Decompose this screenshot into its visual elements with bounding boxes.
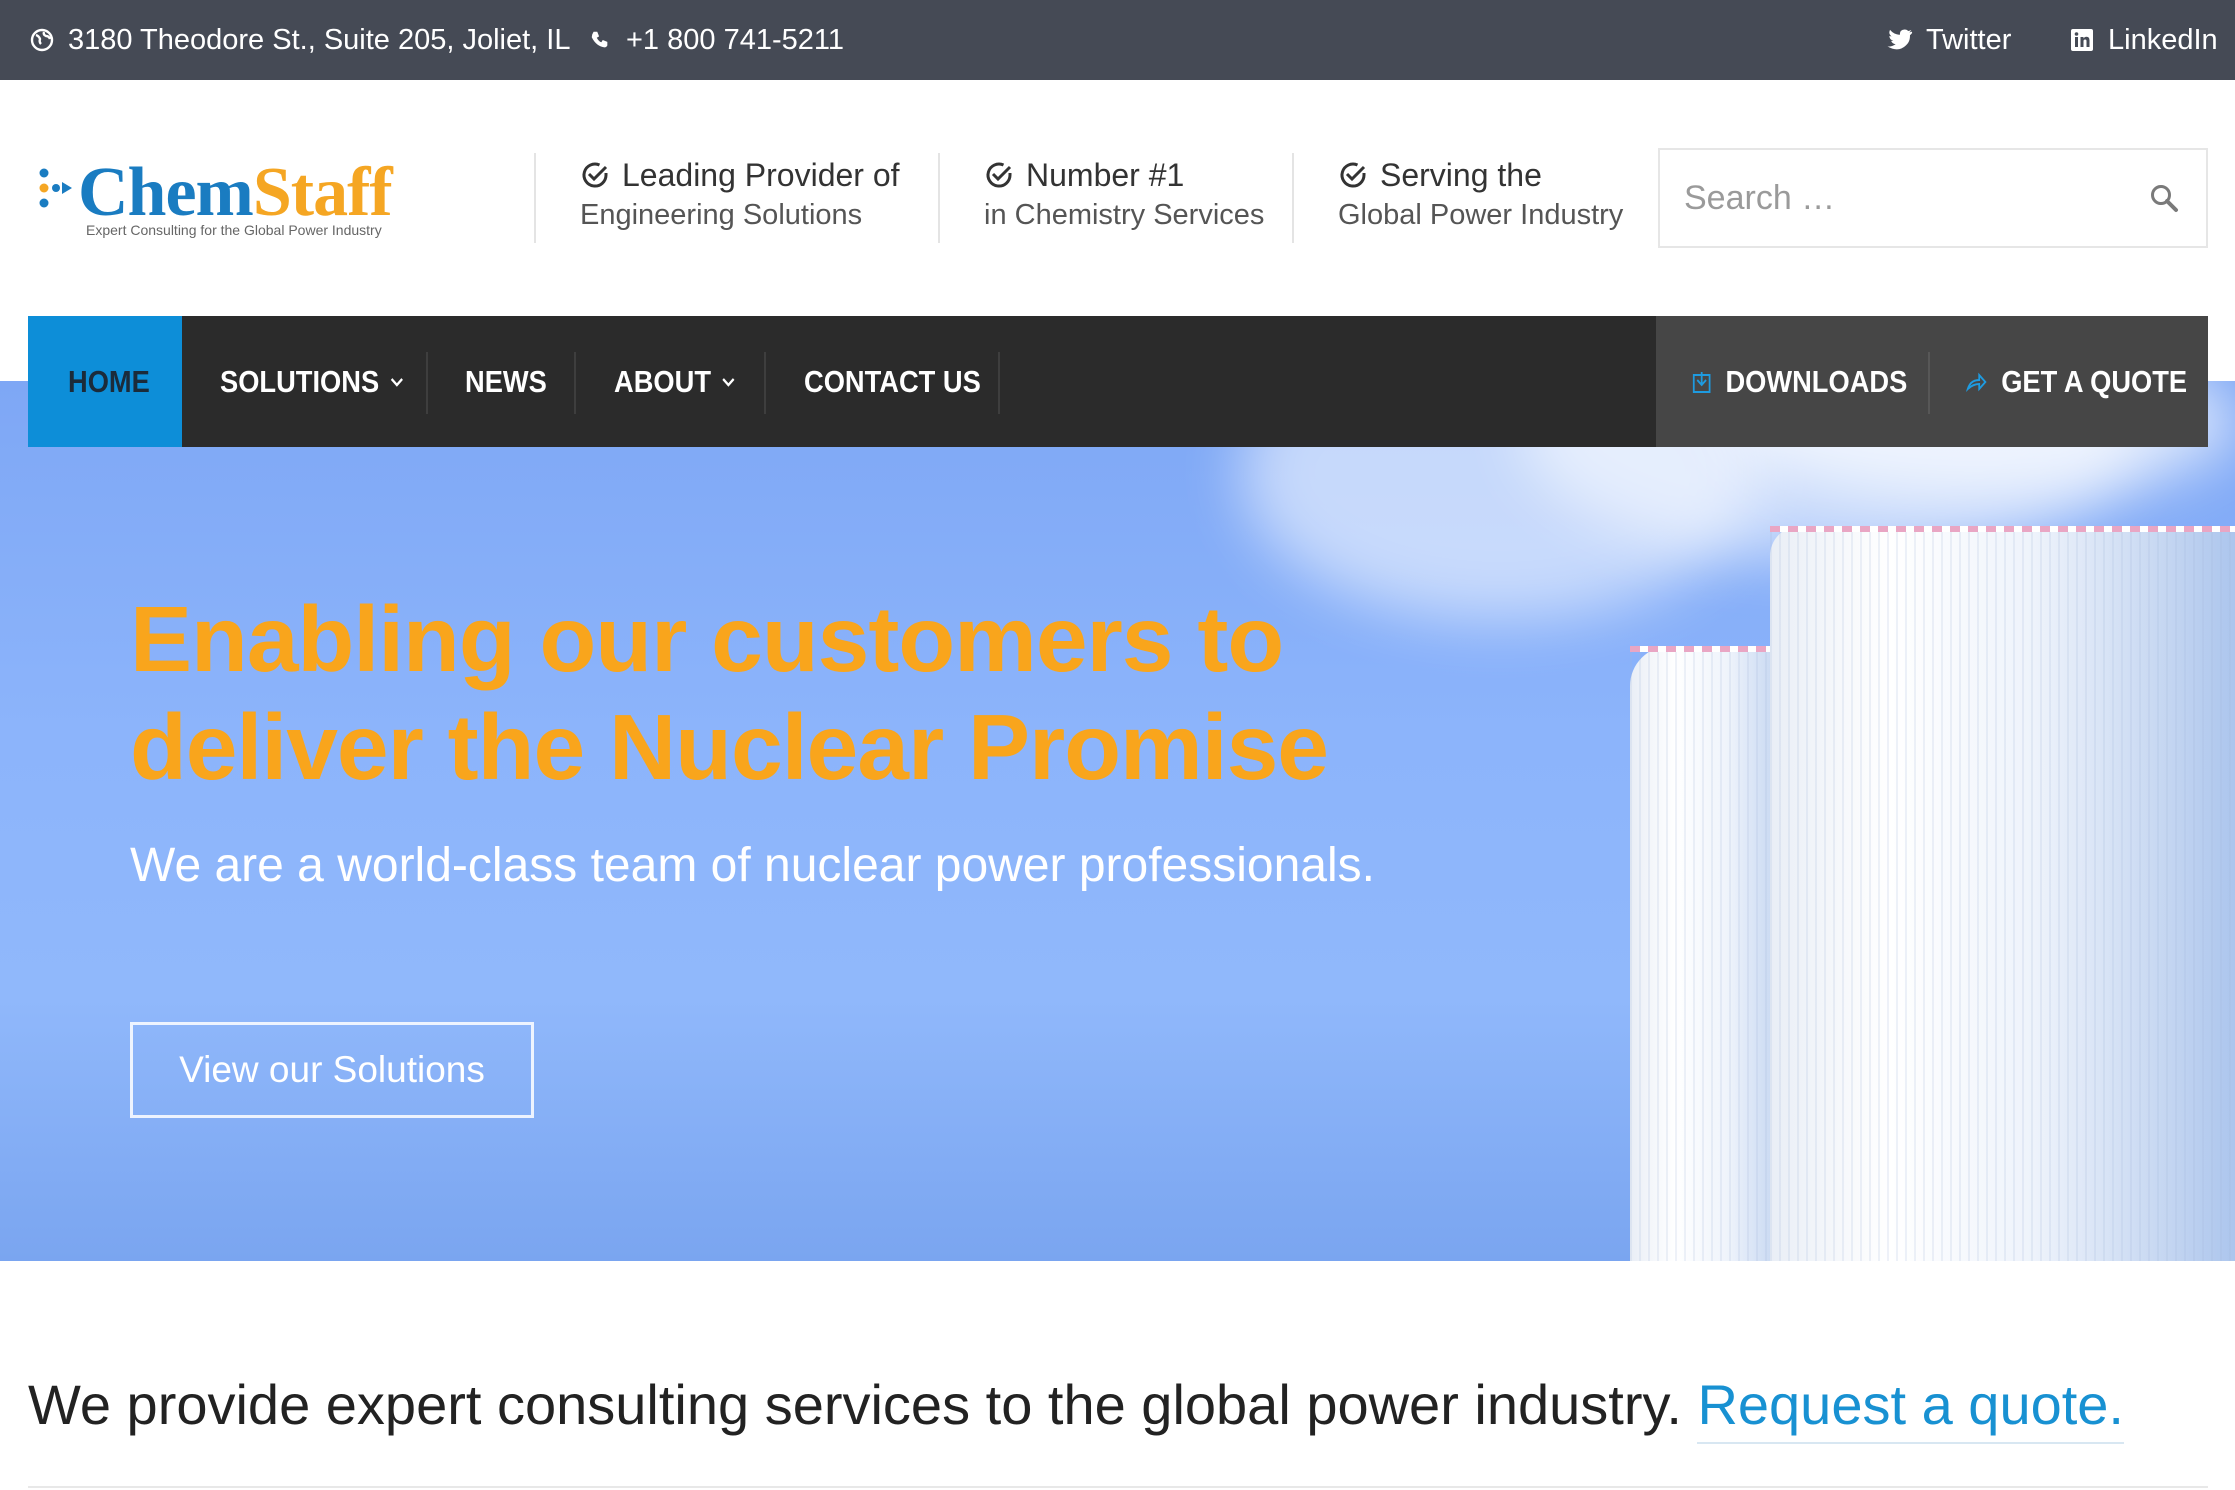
nav-item-label: NEWS — [465, 363, 547, 399]
main-nav: HOME SOLUTIONS NEWS ABOUT CONTACT US DOW… — [28, 316, 2208, 447]
globe-icon — [28, 26, 56, 54]
section-divider — [28, 1486, 2208, 1488]
highlight-subtitle: in Chemistry Services — [984, 199, 1265, 231]
nav-item-solutions[interactable]: SOLUTIONS — [220, 316, 404, 447]
nav-item-label: ABOUT — [614, 363, 711, 399]
cooling-tower-right — [1770, 526, 2235, 1261]
logo-tagline: Expert Consulting for the Global Power I… — [86, 222, 382, 238]
nav-divider — [1928, 352, 1930, 414]
intro-line: We provide expert consulting services to… — [28, 1372, 2124, 1444]
twitter-label: Twitter — [1926, 23, 2012, 56]
check-circle-icon — [984, 160, 1014, 190]
request-quote-link[interactable]: Request a quote. — [1697, 1373, 2124, 1444]
hero-banner — [0, 381, 2235, 1261]
nav-item-contact-us[interactable]: CONTACT US — [804, 316, 981, 447]
hero-subtitle: We are a world-class team of nuclear pow… — [130, 839, 1375, 892]
nav-divider — [998, 352, 1000, 414]
logo-wordmark: ChemStaff — [78, 158, 393, 228]
nav-divider — [764, 352, 766, 414]
highlight-title: Number #1 — [1026, 156, 1185, 193]
highlight-title-row: Leading Provider of — [580, 153, 900, 197]
address: 3180 Theodore St., Suite 205, Joliet, IL — [28, 0, 570, 80]
address-text: 3180 Theodore St., Suite 205, Joliet, IL — [68, 23, 571, 56]
nav-item-label: CONTACT US — [804, 363, 981, 399]
linkedin-label: LinkedIn — [2108, 23, 2218, 56]
logo-mark-icon — [38, 168, 74, 213]
search-input[interactable] — [1660, 150, 2120, 246]
chevron-down-icon — [722, 376, 736, 388]
phone-icon — [586, 26, 614, 54]
share-arrow-icon — [1966, 371, 1987, 393]
logo-word-staff: Staff — [252, 154, 393, 231]
hero-title: Enabling our customers to deliver the Nu… — [130, 587, 1329, 799]
view-solutions-button[interactable]: View our Solutions — [130, 1022, 534, 1118]
nav-item-home-label: HOME — [68, 363, 150, 399]
highlight-leading-provider: Leading Provider of Engineering Solution… — [534, 153, 900, 243]
downloads-label: DOWNLOADS — [1725, 363, 1908, 399]
check-circle-icon — [580, 160, 610, 190]
highlight-title-row: Number #1 — [984, 153, 1264, 197]
logo-word-chem: Chem — [78, 154, 254, 231]
highlight-title: Leading Provider of — [622, 156, 900, 193]
nav-divider — [574, 352, 576, 414]
downloads-button[interactable]: DOWNLOADS — [1692, 316, 1907, 447]
highlight-number-one: Number #1 in Chemistry Services — [938, 153, 1264, 243]
nav-item-label: SOLUTIONS — [220, 363, 380, 399]
linkedin-link[interactable]: LinkedIn — [2068, 0, 2218, 80]
phone[interactable]: +1 800 741-5211 — [586, 0, 844, 80]
get-a-quote-label: GET A QUOTE — [2001, 363, 2188, 399]
intro-text: We provide expert consulting services to… — [28, 1373, 1682, 1436]
check-circle-icon — [1338, 160, 1368, 190]
download-icon — [1692, 370, 1711, 394]
highlight-title: Serving the — [1380, 156, 1542, 193]
highlight-title-row: Serving the — [1338, 153, 1623, 197]
chevron-down-icon — [390, 376, 404, 388]
twitter-link[interactable]: Twitter — [1886, 0, 2011, 80]
twitter-icon — [1886, 26, 1914, 54]
highlight-subtitle: Engineering Solutions — [580, 199, 863, 231]
top-bar: 3180 Theodore St., Suite 205, Joliet, IL… — [0, 0, 2235, 80]
highlight-subtitle: Global Power Industry — [1338, 199, 1624, 231]
nav-item-news[interactable]: NEWS — [465, 316, 547, 447]
nav-item-about[interactable]: ABOUT — [614, 316, 736, 447]
nav-divider — [426, 352, 428, 414]
get-a-quote-button[interactable]: GET A QUOTE — [1966, 316, 2187, 447]
search-box — [1658, 148, 2208, 248]
highlight-serving: Serving the Global Power Industry — [1292, 153, 1623, 243]
linkedin-icon — [2068, 26, 2096, 54]
phone-text: +1 800 741-5211 — [626, 23, 844, 56]
search-icon[interactable] — [2144, 178, 2184, 218]
